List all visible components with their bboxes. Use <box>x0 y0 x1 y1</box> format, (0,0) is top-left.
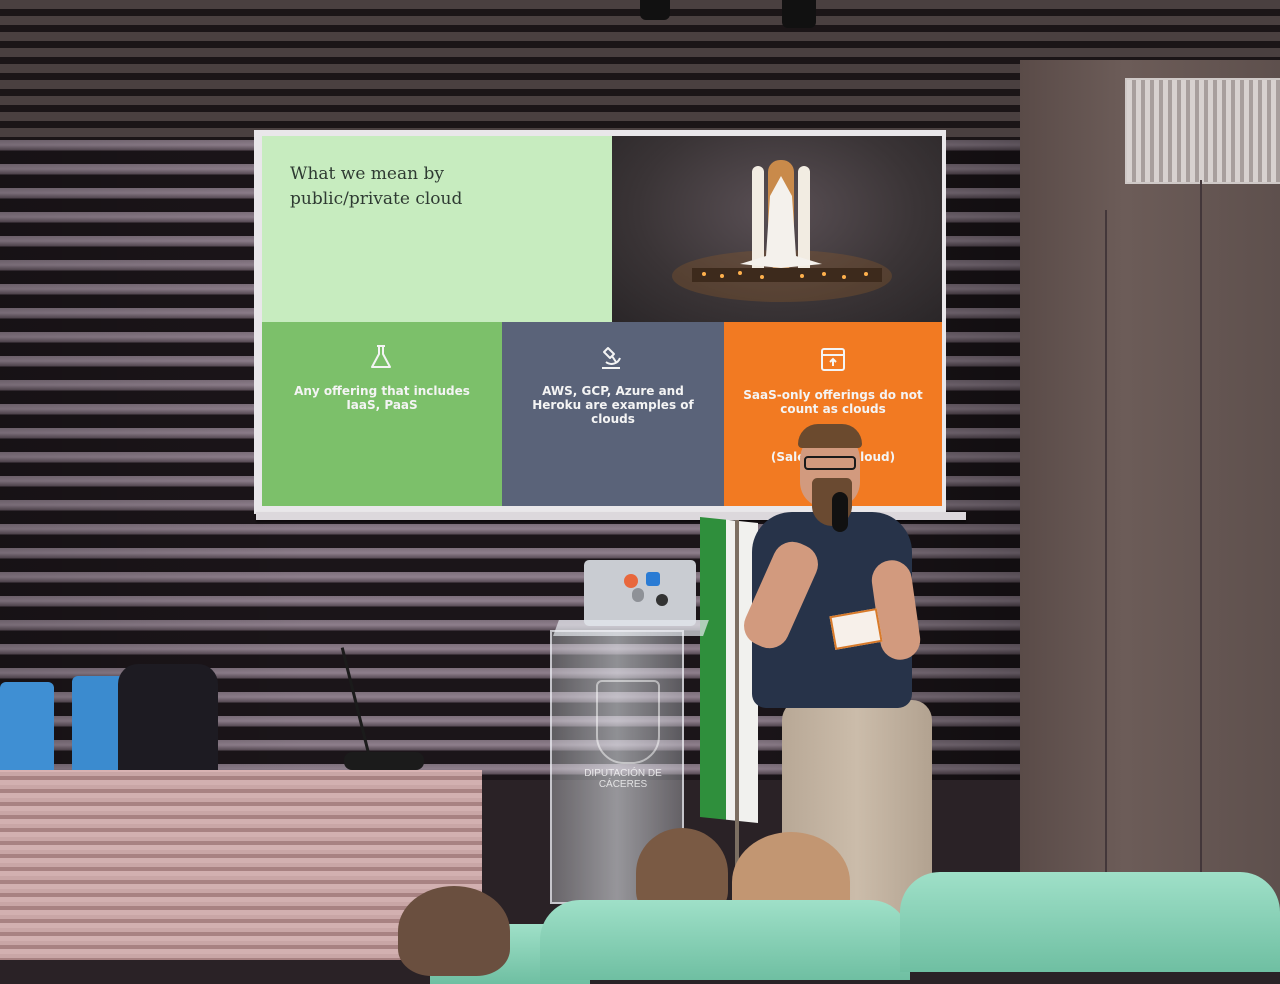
slide-title-tile: What we mean by public/private cloud <box>262 136 612 322</box>
tile-examples-text: AWS, GCP, Azure and Heroku are examples … <box>532 384 694 426</box>
audience-seat <box>540 900 910 980</box>
flask-icon <box>371 345 391 368</box>
audience-seat <box>900 872 1280 972</box>
laptop-sticker <box>646 572 660 586</box>
presenter-hair <box>798 424 862 448</box>
archive-box-icon <box>821 348 845 371</box>
flag-pole <box>735 520 739 880</box>
apple-logo-icon <box>632 588 644 602</box>
jacket-on-chair <box>118 664 218 776</box>
blue-chair <box>0 682 54 782</box>
tile-saas-text: SaaS-only offerings do not count as clou… <box>743 388 923 416</box>
handheld-microphone <box>832 492 848 532</box>
side-wall <box>1020 60 1280 960</box>
glasses-icon <box>804 456 856 470</box>
desk-microphone-base <box>344 752 424 770</box>
coat-of-arms-icon <box>596 680 660 764</box>
audience-head <box>398 886 510 976</box>
slide-tile-examples: AWS, GCP, Azure and Heroku are examples … <box>502 322 724 506</box>
microscope-icon <box>602 347 621 369</box>
wall-seam <box>1200 180 1202 880</box>
regional-flag <box>700 516 758 824</box>
tile-iaas-text: Any offering that includes IaaS, PaaS <box>294 384 470 412</box>
laptop-sticker <box>624 574 638 588</box>
air-vent <box>1125 78 1280 184</box>
wall-seam <box>1105 210 1107 910</box>
slide-tile-iaas: Any offering that includes IaaS, PaaS <box>262 322 502 506</box>
slide-title: What we mean by public/private cloud <box>290 164 463 209</box>
laptop-sticker <box>656 594 668 606</box>
ceiling-spotlight <box>782 0 816 28</box>
shuttle-photo <box>612 136 942 322</box>
ceiling-spotlight <box>640 0 670 20</box>
podium-caption: DIPUTACIÓN DE CÁCERES <box>584 768 662 790</box>
space-shuttle-icon <box>672 160 892 302</box>
